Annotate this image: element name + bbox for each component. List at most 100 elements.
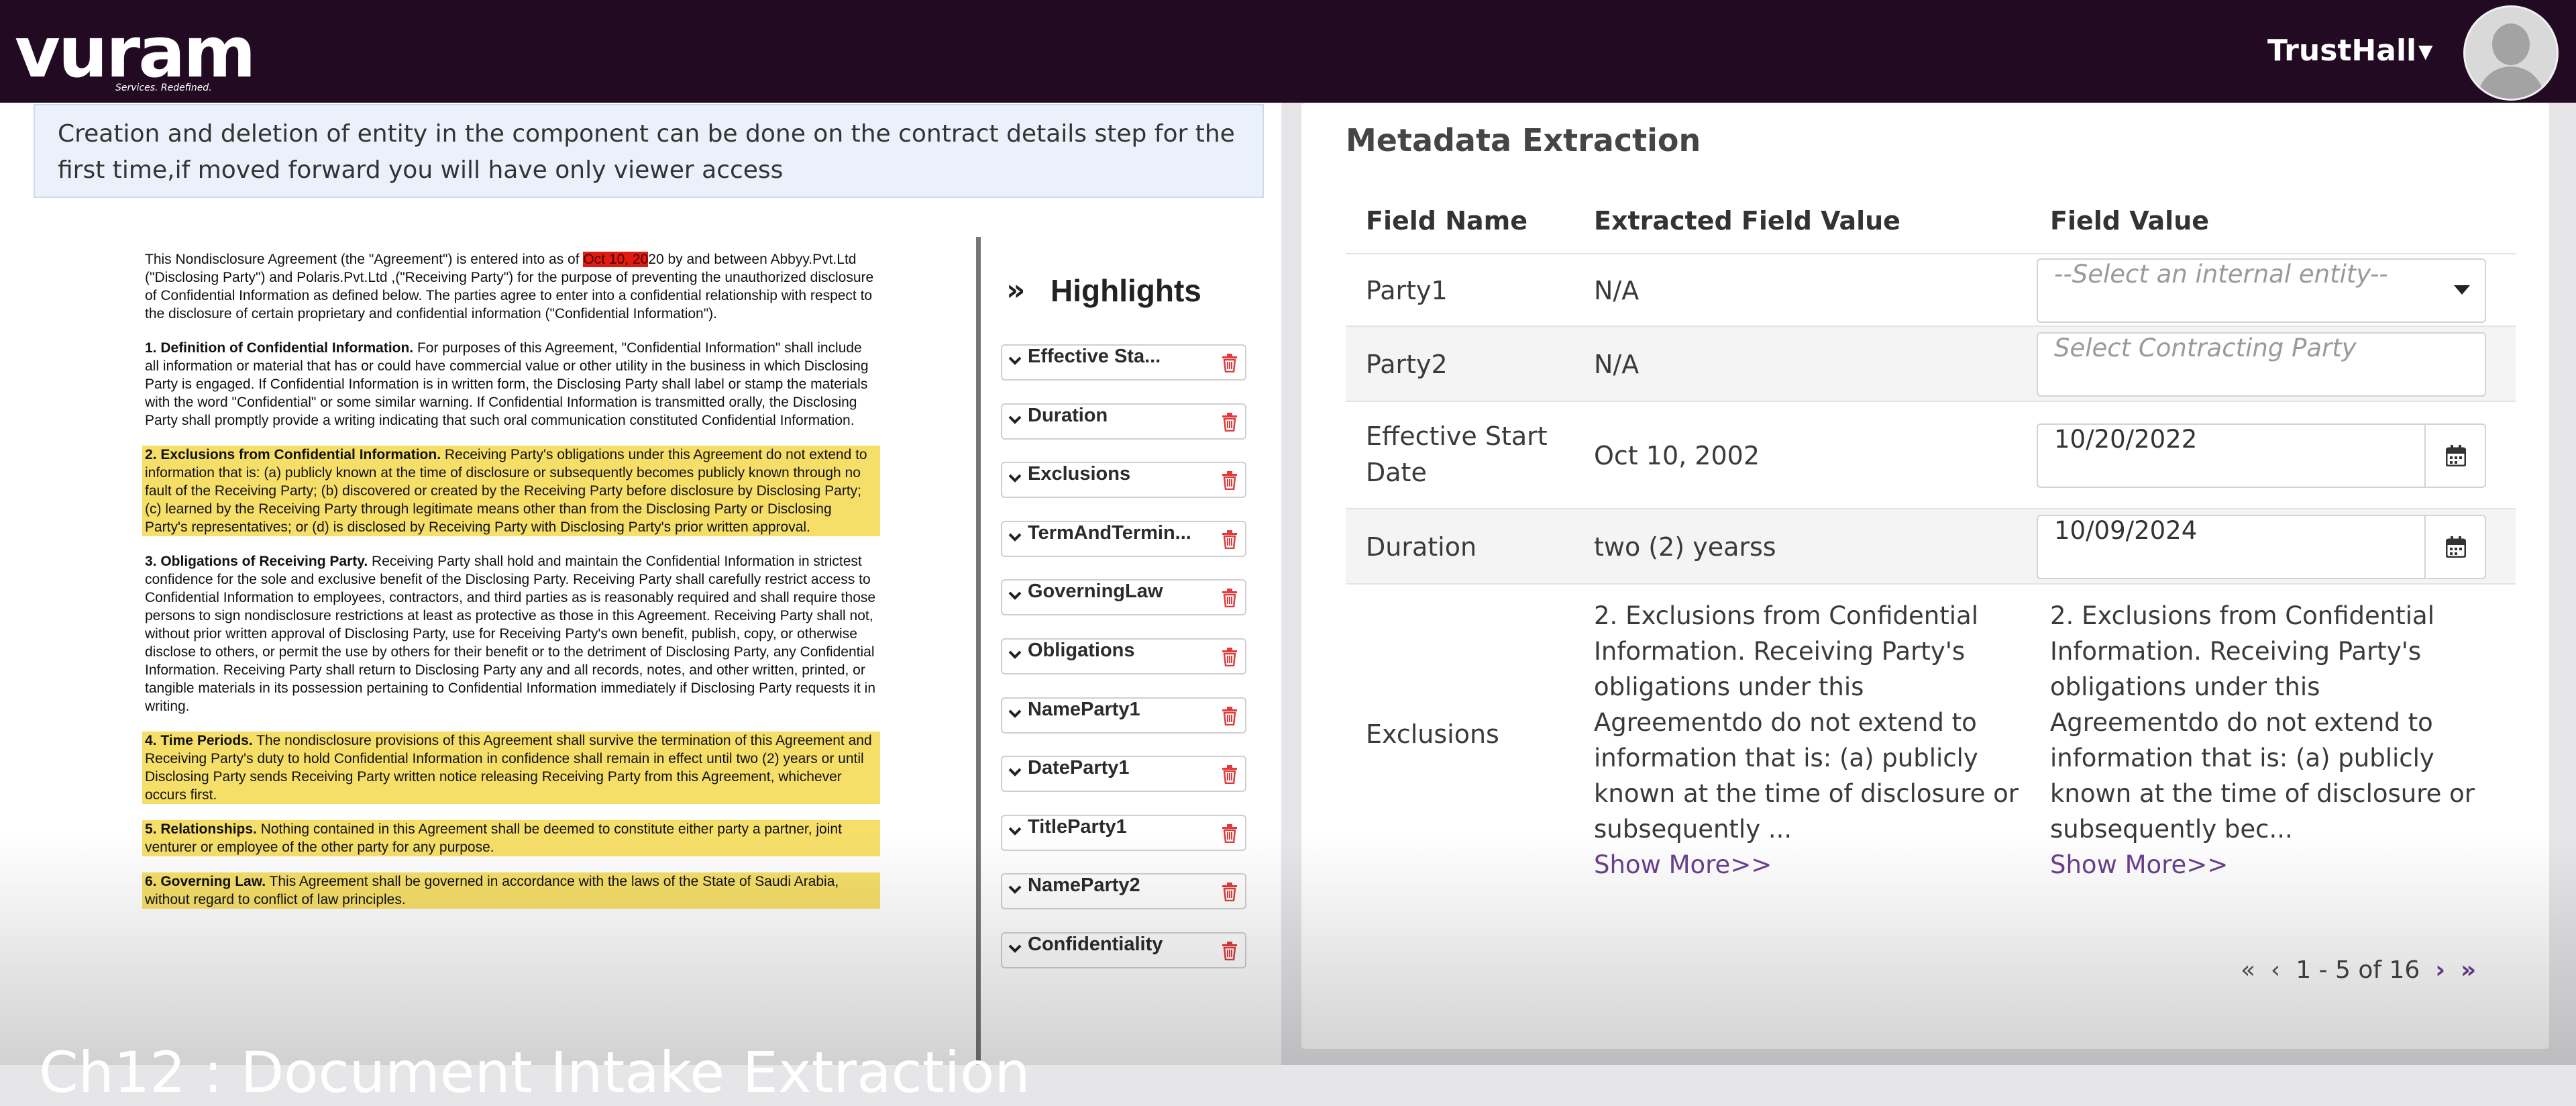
- highlight-item[interactable]: NameParty1: [1001, 697, 1246, 734]
- table-row: Party1 N/A --Select an internal entity--: [1346, 253, 2516, 327]
- extracted-value: Oct 10, 2002: [1594, 441, 1760, 470]
- chevron-down-icon[interactable]: [1008, 941, 1022, 956]
- internal-entity-select[interactable]: --Select an internal entity--: [2037, 258, 2486, 323]
- trash-icon[interactable]: [1221, 706, 1238, 725]
- metadata-title: Metadata Extraction: [1346, 122, 1701, 158]
- doc-section-4-title: 4. Time Periods.: [145, 733, 253, 748]
- contracting-party-input[interactable]: Select Contracting Party: [2037, 332, 2486, 397]
- logo-wordmark: vuram: [15, 11, 256, 93]
- info-banner: Creation and deletion of entity in the c…: [34, 104, 1264, 198]
- highlight-item[interactable]: Duration: [1001, 403, 1246, 440]
- column-header-field-value: Field Value: [2050, 206, 2210, 236]
- highlights-title: Highlights: [1051, 273, 1201, 308]
- highlight-item[interactable]: Exclusions: [1001, 462, 1246, 499]
- trash-icon[interactable]: [1221, 883, 1238, 902]
- double-chevron-right-icon[interactable]: »: [1006, 269, 1025, 312]
- table-row: Duration two (2) yearss 10/09/2024: [1346, 508, 2516, 585]
- highlight-item-label: TermAndTermin...: [1028, 521, 1191, 544]
- highlight-item[interactable]: NameParty2: [1001, 873, 1246, 910]
- highlight-item[interactable]: Effective Sta...: [1001, 344, 1246, 381]
- pagination: « ‹ 1 - 5 of 16 › »: [2241, 954, 2476, 987]
- video-caption: Ch12 : Document Intake Extraction: [39, 1040, 1030, 1105]
- highlight-item-label: GoverningLaw: [1028, 581, 1163, 603]
- brand-logo[interactable]: vuram Services. Redefined.: [15, 12, 256, 93]
- trash-icon[interactable]: [1221, 354, 1238, 372]
- doc-section-1: 1. Definition of Confidential Informatio…: [142, 339, 880, 430]
- field-name: Duration: [1366, 532, 1477, 562]
- prev-page-button[interactable]: ‹: [2271, 956, 2280, 984]
- column-header-extracted-value: Extracted Field Value: [1594, 206, 1900, 236]
- chevron-down-icon[interactable]: [1008, 353, 1022, 368]
- avatar-icon[interactable]: [2463, 5, 2559, 101]
- user-menu-caret-icon[interactable]: ▼: [2418, 40, 2433, 62]
- highlight-item[interactable]: DateParty1: [1001, 756, 1246, 793]
- highlight-item-label: TitleParty1: [1028, 815, 1127, 838]
- contract-document-viewer[interactable]: This Nondisclosure Agreement (the "Agree…: [142, 250, 880, 1056]
- trash-icon[interactable]: [1221, 648, 1238, 666]
- chevron-down-icon[interactable]: [1008, 470, 1022, 485]
- duration-date-value: 10/09/2024: [2054, 516, 2198, 545]
- last-page-button[interactable]: »: [2461, 956, 2476, 984]
- trash-icon[interactable]: [1221, 471, 1238, 491]
- highlight-item[interactable]: Obligations: [1001, 638, 1246, 674]
- trash-icon[interactable]: [1221, 823, 1238, 843]
- trash-icon[interactable]: [1221, 765, 1238, 785]
- doc-section-2[interactable]: 2. Exclusions from Confidential Informat…: [142, 446, 880, 536]
- chevron-down-icon[interactable]: [1008, 588, 1022, 603]
- doc-section-3-body: Receiving Party shall hold and maintain …: [145, 554, 876, 714]
- doc-section-6-title: 6. Governing Law.: [145, 874, 266, 889]
- doc-date-highlight[interactable]: Oct 10, 20: [583, 252, 649, 267]
- highlight-item-label: Confidentiality: [1028, 934, 1163, 955]
- effective-start-date-input[interactable]: 10/20/2022: [2037, 423, 2486, 488]
- chevron-down-icon[interactable]: [1008, 764, 1022, 779]
- internal-entity-placeholder: --Select an internal entity--: [2054, 260, 2388, 289]
- show-more-link[interactable]: Show More>>: [2050, 850, 2228, 879]
- doc-intro-text: This Nondisclosure Agreement (the "Agree…: [145, 252, 584, 267]
- show-more-link[interactable]: Show More>>: [1594, 850, 1772, 879]
- doc-section-5[interactable]: 5. Relationships. Nothing contained in t…: [142, 820, 880, 856]
- trash-icon[interactable]: [1221, 412, 1238, 432]
- extracted-value: 2. Exclusions from Confidential Informat…: [1594, 598, 2023, 883]
- field-name: Party2: [1366, 350, 1448, 379]
- doc-section-5-title: 5. Relationships.: [145, 821, 257, 837]
- user-menu-name[interactable]: TrustHall: [2267, 32, 2416, 70]
- contracting-party-placeholder: Select Contracting Party: [2054, 334, 2357, 362]
- avatar-body: [2477, 66, 2544, 99]
- extracted-value: N/A: [1594, 276, 1640, 305]
- extracted-exclusions-text: 2. Exclusions from Confidential Informat…: [1594, 601, 2019, 844]
- trash-icon[interactable]: [1221, 530, 1238, 549]
- highlight-item[interactable]: TermAndTermin...: [1001, 520, 1246, 557]
- extracted-value: N/A: [1594, 350, 1640, 379]
- trash-icon[interactable]: [1221, 589, 1238, 608]
- doc-intro: This Nondisclosure Agreement (the "Agree…: [142, 250, 880, 323]
- highlight-item[interactable]: TitleParty1: [1001, 814, 1246, 851]
- date-picker-button[interactable]: [2424, 425, 2485, 487]
- chevron-down-icon[interactable]: [1008, 412, 1022, 427]
- calendar-icon: [2446, 445, 2466, 466]
- table-row: Effective Start Date Oct 10, 2002 10/20/…: [1346, 401, 2516, 509]
- highlight-item-label: Obligations: [1028, 640, 1135, 661]
- highlight-item[interactable]: Confidentiality: [1001, 932, 1246, 968]
- highlight-item-label: NameParty1: [1028, 698, 1140, 720]
- field-name: Effective Start Date: [1366, 421, 1548, 487]
- chevron-down-icon[interactable]: [1008, 647, 1022, 662]
- doc-section-3-title: 3. Obligations of Receiving Party.: [145, 554, 368, 569]
- doc-section-4[interactable]: 4. Time Periods. The nondisclosure provi…: [142, 732, 880, 804]
- document-panel: Creation and deletion of entity in the c…: [0, 103, 1281, 1065]
- trash-icon[interactable]: [1221, 942, 1238, 960]
- panel-divider[interactable]: [976, 237, 981, 1065]
- top-navbar: vuram Services. Redefined. TrustHall ▼: [0, 0, 2576, 103]
- chevron-down-icon[interactable]: [1008, 530, 1022, 544]
- doc-section-6[interactable]: 6. Governing Law. This Agreement shall b…: [142, 872, 880, 909]
- chevron-down-icon[interactable]: [1008, 706, 1022, 721]
- chevron-down-icon[interactable]: [1008, 823, 1022, 838]
- duration-date-input[interactable]: 10/09/2024: [2037, 515, 2486, 579]
- chevron-down-icon[interactable]: [1008, 882, 1022, 897]
- page-range: 1 - 5 of 16: [2296, 956, 2420, 984]
- extracted-value: two (2) yearss: [1594, 532, 1776, 562]
- first-page-button[interactable]: «: [2241, 956, 2255, 984]
- highlight-item[interactable]: GoverningLaw: [1001, 579, 1246, 616]
- next-page-button[interactable]: ›: [2435, 956, 2445, 984]
- date-picker-button[interactable]: [2424, 516, 2485, 578]
- metadata-panel: Metadata Extraction Field Name Extracted…: [1301, 103, 2549, 1049]
